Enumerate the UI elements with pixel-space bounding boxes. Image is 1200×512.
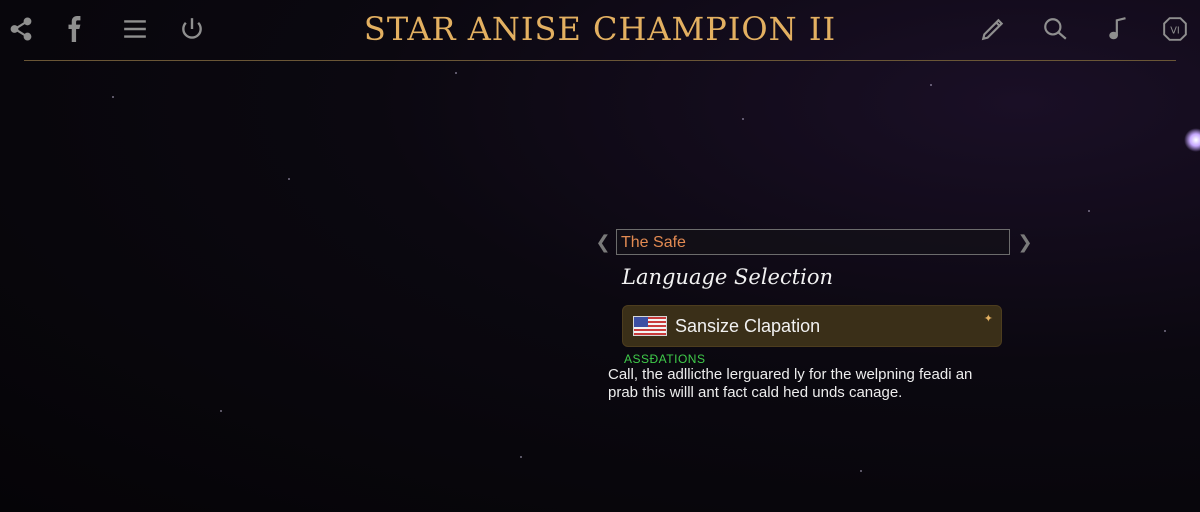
sparkle-icon: ✦ bbox=[983, 312, 993, 325]
chevron-right-icon[interactable]: ❯ bbox=[1016, 232, 1034, 254]
language-select-value: Sansize Clapation bbox=[675, 316, 821, 336]
description-text: Call, the adllicthe lerguared ly for the… bbox=[608, 366, 1028, 402]
badge-text: VI bbox=[1170, 25, 1180, 36]
description-line-2: prab this willl ant fact cald hed unds c… bbox=[608, 384, 903, 401]
game-title: STAR ANISE CHAMPION II bbox=[363, 10, 837, 48]
hint-label: ASSĐATIONS bbox=[624, 352, 706, 366]
shield-badge-icon[interactable]: VI bbox=[1160, 14, 1190, 44]
us-flag-icon bbox=[633, 316, 667, 336]
language-select[interactable]: Sansize Clapation ✦ bbox=[622, 305, 1002, 347]
glowing-star bbox=[1184, 128, 1200, 152]
chevron-left-icon[interactable]: ❮ bbox=[594, 232, 612, 254]
header-divider bbox=[24, 60, 1176, 61]
pencil-icon[interactable] bbox=[978, 14, 1008, 44]
tab-row: ❮ The Safe ❯ bbox=[594, 228, 1034, 258]
tab-the-safe[interactable]: The Safe bbox=[616, 229, 1010, 255]
section-title: Language Selection bbox=[622, 265, 834, 289]
search-icon[interactable] bbox=[1040, 14, 1070, 44]
language-panel: ❮ The Safe ❯ Language Selection Sansize … bbox=[594, 228, 1034, 418]
top-bar: STAR ANISE CHAMPION II VI bbox=[0, 0, 1200, 61]
music-note-icon[interactable] bbox=[1104, 14, 1134, 44]
description-line-1: Call, the adllicthe lerguared ly for the… bbox=[608, 366, 973, 383]
